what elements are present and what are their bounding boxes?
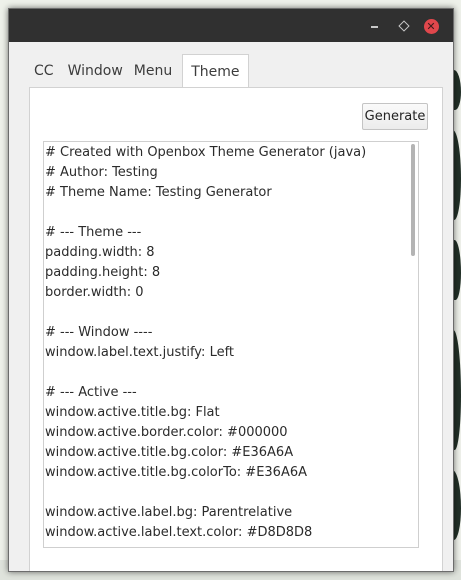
- text-line: window.active.label.bg: Parentrelative: [45, 505, 293, 520]
- window-titlebar[interactable]: ✕: [9, 9, 453, 42]
- tab-bar: CC Window Menu Theme: [29, 54, 249, 88]
- close-button[interactable]: ✕: [423, 18, 439, 34]
- tab-label: CC: [34, 63, 54, 79]
- text-line: # Author: Testing: [45, 165, 158, 180]
- text-line: window.active.label.text.color: #D8D8D8: [45, 525, 313, 540]
- text-line: # --- Active ---: [45, 385, 137, 400]
- tab-label: Theme: [191, 63, 240, 80]
- theme-panel: Generate # Created with Openbox Theme Ge…: [29, 87, 443, 571]
- text-line: # Theme Name: Testing Generator: [45, 185, 272, 200]
- text-line: [45, 203, 404, 223]
- text-line: [45, 483, 404, 503]
- text-line: window.active.title.bg.color: #E36A6A: [45, 445, 294, 460]
- text-line: border.width: 0: [45, 285, 144, 300]
- theme-output-textarea[interactable]: # Created with Openbox Theme Generator (…: [43, 141, 419, 548]
- text-line: window.active.border.color: #000000: [45, 425, 288, 440]
- maximize-icon: [398, 20, 410, 32]
- maximize-button[interactable]: [396, 18, 412, 34]
- tab-label: Menu: [133, 63, 173, 79]
- text-line: window.label.text.justify: Left: [45, 345, 235, 360]
- text-line: # --- Theme ---: [45, 225, 142, 240]
- text-line: # Created with Openbox Theme Generator (…: [45, 145, 367, 160]
- generate-button[interactable]: Generate: [362, 103, 428, 130]
- tab-window[interactable]: Window: [63, 54, 131, 88]
- text-line: [45, 363, 404, 383]
- tab-menu[interactable]: Menu: [131, 54, 178, 88]
- minimize-button[interactable]: [366, 18, 382, 34]
- text-line: window.active.title.bg: Flat: [45, 405, 220, 420]
- tab-theme[interactable]: Theme: [182, 54, 249, 88]
- theme-output-text: # Created with Openbox Theme Generator (…: [45, 143, 404, 543]
- text-line: window.active.title.bg.colorTo: #E36A6A: [45, 465, 308, 480]
- text-line: # --- Window ----: [45, 325, 153, 340]
- minimize-icon: [370, 26, 378, 28]
- text-line: padding.height: 8: [45, 265, 161, 280]
- close-icon: ✕: [423, 18, 439, 34]
- text-line: [45, 303, 404, 323]
- app-window: ✕ CC Window Menu Theme Generate # Create…: [8, 8, 454, 572]
- scrollbar-thumb[interactable]: [411, 144, 415, 256]
- tab-label: Window: [67, 63, 123, 79]
- text-line: padding.width: 8: [45, 245, 155, 260]
- tab-cc[interactable]: CC: [29, 54, 63, 88]
- vertical-scrollbar[interactable]: [410, 144, 416, 546]
